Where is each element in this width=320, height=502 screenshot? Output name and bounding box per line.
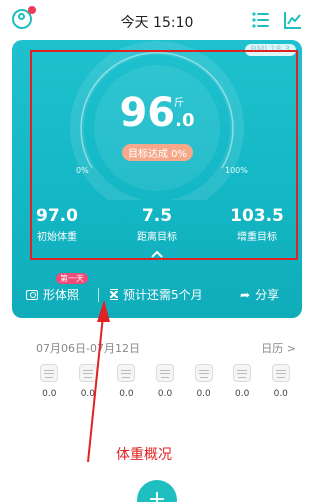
add-record-button[interactable]: + [137, 480, 177, 502]
share-button[interactable]: ➦ 分享 [240, 286, 279, 303]
day-item[interactable]: 0.0 [184, 364, 223, 399]
face-icon [117, 364, 136, 382]
day-value: 0.0 [42, 389, 57, 399]
day-list: 0.0 0.0 0.0 0.0 0.0 0.0 0.0 [30, 364, 300, 399]
face-icon [271, 364, 290, 382]
first-day-tag: 第一天 [56, 273, 88, 284]
day-value: 0.0 [273, 389, 288, 399]
divider [98, 288, 99, 302]
hourglass-icon [110, 289, 118, 300]
share-label: 分享 [255, 288, 280, 302]
annotation-label: 体重概况 [116, 447, 172, 463]
body-photo-label: 形体照 [43, 288, 80, 302]
top-bar: 今天 15:10 [0, 0, 314, 40]
face-icon [40, 364, 59, 382]
face-icon [78, 364, 97, 382]
estimate-info: 预计还需5个月 [110, 286, 203, 303]
face-icon [156, 364, 175, 382]
weekly-calendar: 07月06日-07月12日 日历 > 0.0 0.0 0.0 0.0 0.0 0… [12, 328, 302, 406]
day-value: 0.0 [119, 389, 134, 399]
body-photo-button[interactable]: 形体照 [26, 286, 79, 303]
face-icon [233, 364, 252, 382]
day-item[interactable]: 0.0 [261, 364, 300, 399]
week-range: 07月06日-07月12日 [36, 342, 140, 355]
day-value: 0.0 [80, 389, 96, 399]
trend-chart-icon[interactable] [284, 11, 302, 29]
day-value: 0.0 [196, 389, 211, 399]
share-icon: ➦ [240, 287, 251, 302]
calendar-link[interactable]: 日历 > [261, 340, 296, 356]
day-item[interactable]: 0.0 [223, 364, 262, 399]
face-icon [194, 364, 213, 382]
day-item[interactable]: 0.0 [69, 364, 108, 399]
day-item[interactable]: 0.0 [146, 364, 185, 399]
camera-icon [26, 289, 38, 300]
list-icon[interactable] [252, 12, 269, 28]
day-item[interactable]: 0.0 [30, 364, 69, 399]
day-value: 0.0 [235, 389, 250, 399]
estimate-label: 预计还需5个月 [123, 288, 203, 302]
page: 今天 15:10 BMI 18.3 96.0 斤 目标达成 0% 0% 100% [0, 0, 314, 502]
day-value: 0.0 [157, 389, 173, 399]
annotation-box [30, 50, 298, 260]
card-footer: 形体照 第一天 预计还需5个月 ➦ 分享 [12, 273, 302, 318]
day-item[interactable]: 0.0 [107, 364, 146, 399]
